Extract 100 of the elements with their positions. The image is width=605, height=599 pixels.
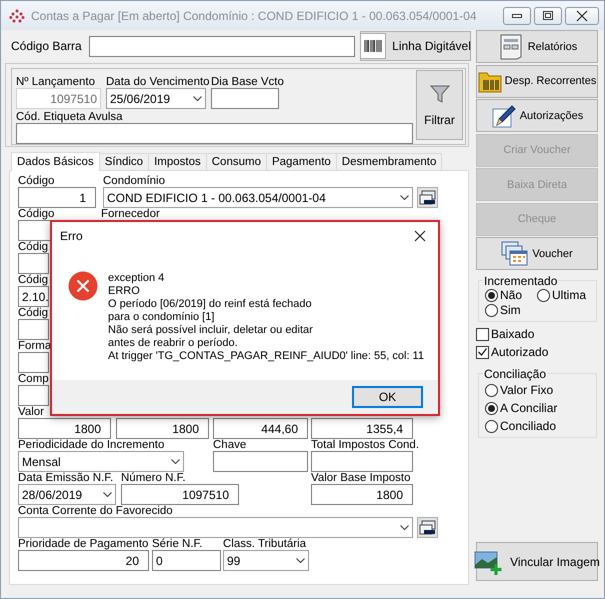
dropdown[interactable]: 28/06/2019 [18,484,116,505]
field-label: Valor [18,406,45,418]
checkbox[interactable] [476,346,489,358]
message-line: exception 4 [108,272,166,285]
tab[interactable]: Pagamento [266,153,337,170]
radio-label: Valor Fixo [500,382,554,398]
input-field[interactable] [18,385,49,406]
dropdown[interactable]: 99 [223,550,309,571]
radio-label: Não [500,288,522,302]
caret-icon [296,558,305,563]
caret-icon [193,96,202,101]
cards-icon [419,190,436,205]
input-field[interactable] [88,36,355,56]
maximize-button[interactable] [534,6,562,24]
funnel-icon [428,83,450,105]
field-label: Código [18,208,56,220]
side-button[interactable]: Autorizações [476,99,598,132]
input-field[interactable]: 2.10. [18,286,49,307]
group-title: Conciliação [483,366,548,380]
tab[interactable]: Desmembramento [336,153,442,170]
field-label: Códig [18,241,49,253]
dropdown[interactable]: Mensal [18,451,184,472]
field-label: Data do Vencimento [106,76,210,88]
radio-label: Ultima [552,288,586,302]
radio-button[interactable] [537,288,550,302]
field-label: Dia Base Vcto [211,76,284,88]
side-button[interactable]: Desp. Recorrentes [476,64,598,98]
radio-label: Conciliado [500,418,556,434]
side-button[interactable]: Voucher [476,237,598,270]
minimize-icon [512,14,522,18]
input-field[interactable]: 1800 [311,484,413,505]
field-label: Cód. Etiqueta Avulsa [16,111,124,123]
field-label: Códig [18,274,49,286]
input-field[interactable] [18,352,49,373]
message-line: antes de reabrir o período. [108,337,239,350]
dialog-title: Erro [60,229,83,243]
checkbox[interactable] [476,328,489,340]
app-icon [9,8,25,22]
input-field[interactable] [18,253,49,274]
windows-icon [501,240,530,266]
message-line: Não será possível incluir, deletar ou editar [108,324,314,337]
side-button[interactable]: Relatórios [476,30,598,63]
radio-button[interactable] [485,304,498,316]
dropdown[interactable]: 25/06/2019 [106,88,206,109]
input-field[interactable] [213,451,308,472]
filter-button[interactable]: Filtrar [416,70,463,140]
input-field[interactable]: 1355,4 [311,418,413,439]
radio-button[interactable] [485,420,498,432]
input-field[interactable]: 1800 [116,418,209,439]
field-label: Série N.F. [152,538,204,550]
linha-digitavel-button[interactable]: Linha Digitável [360,31,471,61]
input-field[interactable] [211,88,279,109]
field-label: Class. Tributária [223,538,308,550]
input-field[interactable] [311,451,413,472]
field-label: Valor Base Imposto [311,472,412,484]
field-label: Condomínio [103,175,166,187]
checkbox-label: Baixado [491,326,534,342]
radio-button[interactable] [485,288,498,302]
dropdown[interactable]: COND EDIFICIO 1 - 00.063.054/0001-04 [103,187,413,208]
input-field[interactable] [18,319,49,340]
caret-icon [400,195,409,200]
lookup-button[interactable] [417,187,438,208]
input-field[interactable]: 444,60 [213,418,308,439]
tab[interactable]: Dados Básicos [11,152,100,171]
close-button[interactable] [412,228,428,244]
input-field[interactable] [16,123,413,144]
attach-image-button[interactable]: Vincular Imagem [476,542,598,581]
message-line: para o condomínio [1] [108,311,216,324]
group-title: Incrementado [483,274,558,288]
caret-icon [171,459,180,464]
input-field[interactable]: 1800 [18,418,111,439]
close-button[interactable] [565,6,599,24]
radio-button[interactable] [485,402,498,414]
ok-button[interactable]: OK [352,386,423,408]
pen-icon [490,102,517,128]
input-field[interactable]: 0 [152,550,221,571]
message-line: At trigger 'TG_CONTAS_PAGAR_REINF_AIUD0' line: 55, col: 11 [108,350,424,363]
maximize-icon [543,11,553,20]
field-label: Forma [18,340,52,352]
field-label: Nº Lançamento [16,76,96,88]
minimize-button[interactable] [503,6,531,24]
input-field[interactable]: 1 [18,187,96,208]
input-field: 1097510 [16,88,101,109]
message-line: ERRO [108,285,141,298]
field-label: Comp [18,373,49,385]
field-label: Conta Corrente do Favorecido [18,505,174,517]
cards-icon [419,520,436,535]
radio-label: Sim [500,302,521,318]
tab[interactable]: Impostos [148,153,207,170]
close-icon [414,230,426,242]
radio-button[interactable] [485,384,498,396]
lookup-button[interactable] [417,517,438,538]
caret-icon [400,525,409,530]
input-field[interactable]: 1097510 [121,484,239,505]
field-label: Código Barra [11,39,82,53]
radio-label: A Conciliar [500,400,558,416]
field-label: Total Impostos Cond. [311,439,420,451]
field-label: Número N.F. [121,472,187,484]
field-label: Fornecedor [101,208,161,220]
input-field[interactable]: 20 [18,550,149,571]
